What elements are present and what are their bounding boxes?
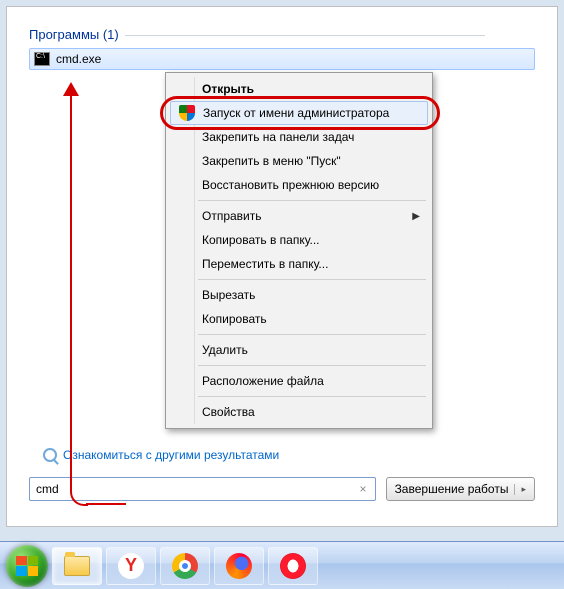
ctx-copy-to-folder[interactable]: Копировать в папку... — [168, 228, 430, 252]
explorer-icon — [64, 556, 90, 576]
ctx-cut[interactable]: Вырезать — [168, 283, 430, 307]
ctx-move-to-folder[interactable]: Переместить в папку... — [168, 252, 430, 276]
cmd-icon — [34, 52, 50, 66]
ctx-open[interactable]: Открыть — [168, 77, 430, 101]
context-menu: Открыть Запуск от имени администратора З… — [165, 72, 433, 429]
opera-icon — [280, 553, 306, 579]
shield-icon — [179, 105, 195, 121]
ctx-send-to[interactable]: Отправить▶ — [168, 204, 430, 228]
ctx-properties[interactable]: Свойства — [168, 400, 430, 424]
annotation-arrow-tail — [86, 503, 126, 505]
ctx-open-location[interactable]: Расположение файла — [168, 369, 430, 393]
windows-logo-icon — [16, 556, 38, 576]
search-result-label: cmd.exe — [56, 52, 101, 66]
taskbar-item-explorer[interactable] — [52, 547, 102, 585]
annotation-arrow-head — [63, 82, 79, 96]
taskbar-item-yandex[interactable]: Y — [106, 547, 156, 585]
taskbar-item-chrome[interactable] — [160, 547, 210, 585]
chrome-icon — [172, 553, 198, 579]
ctx-delete[interactable]: Удалить — [168, 338, 430, 362]
firefox-icon — [226, 553, 252, 579]
taskbar-item-opera[interactable] — [268, 547, 318, 585]
search-result-cmd[interactable]: cmd.exe — [29, 48, 535, 70]
ctx-pin-start[interactable]: Закрепить в меню "Пуск" — [168, 149, 430, 173]
ctx-copy[interactable]: Копировать — [168, 307, 430, 331]
search-icon — [43, 448, 57, 462]
ctx-run-as-admin[interactable]: Запуск от имени администратора — [170, 101, 428, 125]
ctx-pin-taskbar[interactable]: Закрепить на панели задач — [168, 125, 430, 149]
yandex-icon: Y — [118, 553, 144, 579]
see-more-results-label: Ознакомиться с другими результатами — [63, 448, 279, 462]
taskbar: Y — [0, 541, 564, 589]
taskbar-item-firefox[interactable] — [214, 547, 264, 585]
section-header-label: Программы (1) — [29, 27, 119, 42]
clear-search-icon[interactable]: × — [356, 482, 371, 496]
annotation-arrow — [70, 92, 72, 492]
shutdown-button[interactable]: Завершение работы ▸ — [386, 477, 535, 501]
start-button[interactable] — [6, 545, 48, 587]
shutdown-label: Завершение работы — [395, 482, 509, 496]
ctx-restore-previous[interactable]: Восстановить прежнюю версию — [168, 173, 430, 197]
chevron-right-icon: ▶ — [412, 211, 420, 222]
see-more-results-link[interactable]: Ознакомиться с другими результатами — [43, 448, 279, 462]
section-header-programs: Программы (1) — [21, 21, 543, 46]
shutdown-menu-arrow[interactable]: ▸ — [514, 484, 526, 495]
